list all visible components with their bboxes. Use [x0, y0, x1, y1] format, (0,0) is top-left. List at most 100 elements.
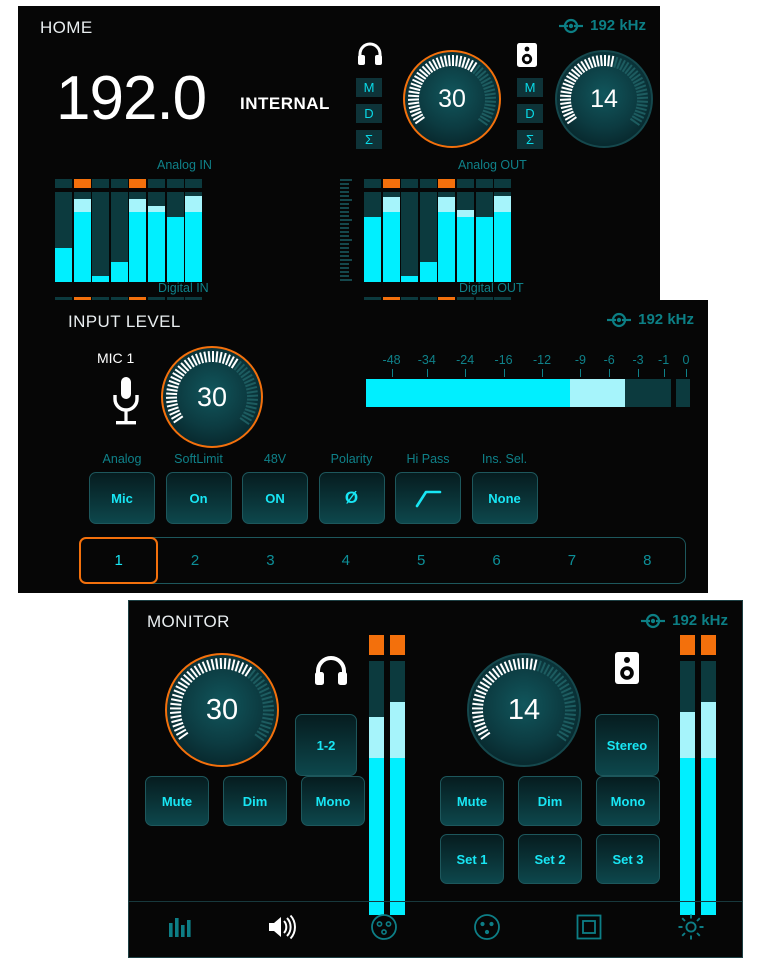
- page-title-monitor: MONITOR: [147, 612, 230, 631]
- meter-fill: [110, 262, 128, 282]
- channel-tab-7[interactable]: 7: [534, 538, 609, 583]
- speaker-meter-2: [701, 661, 716, 915]
- meter-bar: [110, 192, 128, 282]
- gear-icon: [677, 913, 705, 946]
- speaker-set-set-2[interactable]: Set 2: [518, 834, 582, 884]
- nav-display[interactable]: [563, 910, 615, 950]
- meter-bar: [73, 192, 91, 282]
- meter-fill: [92, 275, 110, 282]
- control-button-insert-select[interactable]: None: [471, 472, 538, 524]
- headphone-volume-knob[interactable]: 30: [403, 50, 501, 148]
- wordclock-icon: [606, 312, 632, 328]
- clip-led: [110, 179, 128, 188]
- meter-peak: [185, 195, 203, 212]
- speaker-set-set-3[interactable]: Set 3: [596, 834, 660, 884]
- clock-rate-label: 192 kHz: [590, 17, 646, 34]
- meter-bar: [382, 192, 400, 282]
- microphone-icon: [110, 375, 142, 427]
- meter-bar: [148, 192, 165, 282]
- scale-label--34: -34: [417, 353, 436, 367]
- level-scale: -48 -34 -24 -16 -12 -9 -6 -3 -1 0: [366, 353, 689, 379]
- control-label-analog-input-type: Analog: [102, 452, 142, 466]
- peak-fill: [570, 379, 626, 407]
- meter-fill: [185, 211, 203, 282]
- meter-bar: [185, 192, 203, 282]
- spk-button-m[interactable]: M: [517, 78, 543, 97]
- control-button-analog-input-type[interactable]: Mic: [89, 472, 155, 524]
- speaker-source-button[interactable]: Stereo: [595, 714, 659, 776]
- meter-peak: [438, 197, 456, 212]
- control-button-high-pass[interactable]: [395, 472, 461, 524]
- channel-tab-5[interactable]: 5: [384, 538, 459, 583]
- meter-peak: [148, 205, 165, 212]
- analog-out-meter-7: [475, 179, 493, 282]
- headphones-icon: [314, 655, 348, 686]
- meter-fill: [457, 217, 474, 282]
- control-button-phantom-power[interactable]: ON: [242, 472, 308, 524]
- meter-fill: [148, 211, 165, 282]
- meter-bar: [166, 192, 184, 282]
- analog-out-meter-6: [457, 179, 474, 282]
- input-gain-knob[interactable]: 30: [161, 346, 263, 448]
- analog-out-meter-5: [438, 179, 456, 282]
- headphone-meter-1: [369, 661, 384, 915]
- speaker-volume-knob[interactable]: 14: [555, 50, 653, 148]
- headphone-mute[interactable]: Mute: [145, 776, 209, 826]
- channel-tab-1[interactable]: 1: [79, 537, 159, 584]
- channel-tab-6[interactable]: 6: [459, 538, 534, 583]
- meter-fill: [369, 757, 384, 915]
- meter-bar: [129, 192, 147, 282]
- headphone-mono[interactable]: Mono: [301, 776, 365, 826]
- channel-tab-3[interactable]: 3: [233, 538, 308, 583]
- nav-monitor[interactable]: [256, 910, 308, 950]
- label-digital-out: Digital OUT: [459, 281, 524, 295]
- analog-in-meter-5: [129, 179, 147, 282]
- meter-fill: [129, 211, 147, 282]
- channel-tab-strip[interactable]: 12345678: [79, 537, 686, 584]
- nav-meters[interactable]: [154, 910, 206, 950]
- headphone-dim[interactable]: Dim: [223, 776, 287, 826]
- scale-label--9: -9: [574, 353, 586, 367]
- nav-input[interactable]: [358, 910, 410, 950]
- control-value: On: [189, 490, 208, 506]
- monitor-speaker-knob[interactable]: 14: [467, 653, 581, 767]
- hp-button-sum[interactable]: Σ: [356, 130, 382, 149]
- headphone-clip-1: [369, 635, 384, 655]
- speaker-set-set-1[interactable]: Set 1: [440, 834, 504, 884]
- hp-button-d[interactable]: D: [356, 104, 382, 123]
- headphone-source-button[interactable]: 1-2: [295, 714, 357, 776]
- spk-button-sum[interactable]: Σ: [517, 130, 543, 149]
- scale-label--48: -48: [382, 353, 401, 367]
- control-button-soft-limit[interactable]: On: [165, 472, 232, 524]
- channel-tab-4[interactable]: 4: [308, 538, 383, 583]
- control-button-polarity[interactable]: Ø: [318, 472, 385, 524]
- speaker-mono[interactable]: Mono: [596, 776, 660, 826]
- meter-fill: [364, 217, 381, 282]
- nav-settings[interactable]: [665, 910, 717, 950]
- clock-source-readout: INTERNAL: [240, 94, 330, 113]
- scale-tick: [426, 369, 428, 377]
- scale-label--16: -16: [494, 353, 513, 367]
- monitor-headphone-knob[interactable]: 30: [165, 653, 279, 767]
- control-label-soft-limit: SoftLimit: [174, 452, 223, 466]
- scale-tick: [391, 369, 393, 377]
- level-meters-icon: [167, 915, 193, 944]
- nav-output[interactable]: [461, 910, 513, 950]
- clip-led: [494, 179, 512, 188]
- control-value: Ø: [344, 488, 359, 507]
- hp-button-m[interactable]: M: [356, 78, 382, 97]
- speaker-mute[interactable]: Mute: [440, 776, 504, 826]
- headphone-volume-value: 30: [438, 84, 466, 113]
- speaker-volume-value: 14: [590, 84, 618, 113]
- channel-tab-8[interactable]: 8: [610, 538, 685, 583]
- meter-fill: [73, 211, 91, 282]
- speaker-icon: [516, 42, 538, 68]
- analog-out-meter-2: [382, 179, 400, 282]
- clip-led: [401, 179, 419, 188]
- spk-button-d[interactable]: D: [517, 104, 543, 123]
- channel-tab-2[interactable]: 2: [157, 538, 232, 583]
- monitor-speaker-value: 14: [507, 693, 541, 726]
- meter-bar: [55, 192, 72, 282]
- speaker-dim[interactable]: Dim: [518, 776, 582, 826]
- clip-led: [185, 179, 203, 188]
